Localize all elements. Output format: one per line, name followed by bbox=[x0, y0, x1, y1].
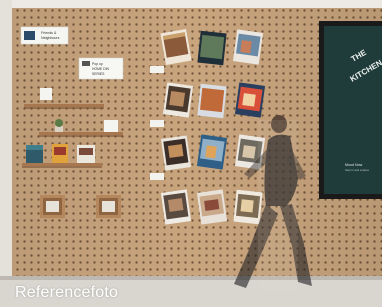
reference-photo: Friends & Neighbours Pop up HOME DIN SER… bbox=[0, 0, 382, 307]
tag-card bbox=[104, 120, 118, 133]
sign-top-left-line1: Friends & bbox=[41, 31, 57, 35]
sign-center-line1: Pop up bbox=[92, 62, 103, 66]
screen-footer-text: Stop in and explore bbox=[345, 168, 370, 172]
tag-card bbox=[150, 120, 164, 127]
tag-card bbox=[40, 88, 52, 100]
caption: Referencefoto bbox=[15, 284, 119, 301]
sign-center-line3: SERIES bbox=[92, 72, 105, 76]
plant bbox=[55, 119, 63, 132]
sign-top-left-line2: Neighbours bbox=[41, 36, 60, 40]
tag-card bbox=[150, 66, 164, 73]
digital-screen: THE KITCHEN Mood Now Stop in and explore bbox=[319, 21, 382, 199]
sign-top-left: Friends & Neighbours bbox=[20, 26, 69, 45]
screen-footer-title: Mood Now bbox=[345, 163, 363, 167]
sign-center-line2: HOME DIN bbox=[92, 67, 110, 71]
tag-card bbox=[150, 173, 164, 180]
sign-center: Pop up HOME DIN SERIES bbox=[78, 57, 124, 80]
books bbox=[26, 144, 95, 163]
